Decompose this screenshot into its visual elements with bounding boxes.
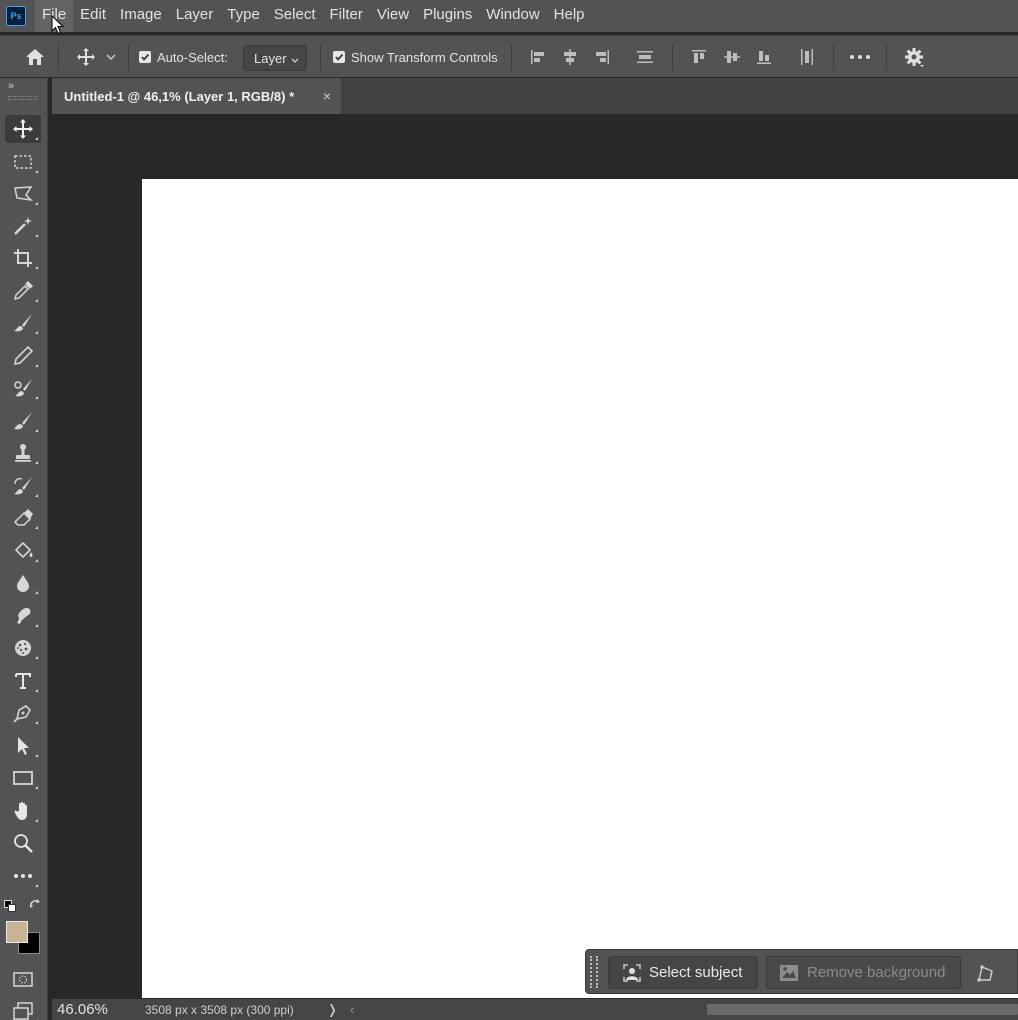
menu-bar: Ps File Edit Image Layer Type Select Fil… — [0, 0, 1018, 32]
menu-plugins[interactable]: Plugins — [416, 0, 479, 32]
screen-mode-icon[interactable] — [5, 997, 41, 1020]
distribute-horizontal-icon[interactable] — [795, 45, 819, 69]
align-left-edges-icon[interactable] — [526, 45, 550, 69]
image-icon — [780, 964, 798, 981]
sponge-tool-icon[interactable] — [5, 634, 41, 662]
document-tab-bar: Untitled-1 @ 46,1% (Layer 1, RGB/8) * × — [52, 78, 1018, 114]
close-icon[interactable]: × — [323, 88, 331, 104]
swap-colors-icon[interactable] — [28, 898, 42, 917]
checkbox-checked-icon — [139, 51, 151, 63]
menu-select[interactable]: Select — [267, 0, 323, 32]
document-info: 3508 px x 3508 px (300 ppi) — [145, 1002, 294, 1017]
menu-layer[interactable]: Layer — [169, 0, 221, 32]
color-replacement-tool-icon[interactable] — [5, 374, 41, 402]
eyedropper-tool-icon[interactable] — [5, 277, 41, 305]
gear-icon[interactable] — [902, 45, 926, 69]
brush-tool-icon[interactable] — [5, 309, 41, 337]
polygonal-lasso-tool-icon[interactable] — [5, 180, 41, 208]
menu-view[interactable]: View — [370, 0, 416, 32]
checkbox-checked-icon — [333, 51, 345, 63]
mixer-brush-tool-icon[interactable] — [5, 407, 41, 435]
align-horizontal-centers-icon[interactable] — [558, 45, 582, 69]
quick-mask-icon[interactable] — [5, 965, 41, 993]
document-tab-title: Untitled-1 @ 46,1% (Layer 1, RGB/8) * — [64, 88, 295, 104]
home-icon[interactable] — [23, 45, 47, 69]
status-bar: 46.06% 3508 px x 3508 px (300 ppi) ❭ ‹ — [52, 999, 1018, 1020]
rectangle-tool-icon[interactable] — [5, 764, 41, 792]
auto-select-target-dropdown[interactable]: Layer — [243, 45, 307, 71]
move-tool-icon[interactable] — [5, 115, 41, 143]
options-bar: Auto-Select: Layer Show Transform Contro… — [0, 35, 1018, 77]
smudge-tool-icon[interactable] — [5, 602, 41, 630]
photoshop-logo[interactable]: Ps — [6, 6, 26, 26]
blur-tool-icon[interactable] — [5, 569, 41, 597]
scroll-left-icon[interactable]: ‹ — [350, 1002, 354, 1017]
default-colors-icon[interactable] — [4, 900, 17, 913]
edit-toolbar-icon[interactable] — [5, 862, 41, 890]
align-bottom-edges-icon[interactable] — [752, 45, 776, 69]
menu-help[interactable]: Help — [547, 0, 592, 32]
select-subject-label: Select subject — [649, 964, 743, 981]
more-options-icon[interactable] — [848, 45, 872, 69]
menu-image[interactable]: Image — [113, 0, 169, 32]
horizontal-scrollbar-thumb[interactable] — [707, 1004, 1018, 1015]
remove-background-label: Remove background — [807, 964, 946, 981]
select-subject-icon — [623, 963, 641, 982]
align-vertical-centers-icon[interactable] — [720, 45, 744, 69]
eraser-tool-icon[interactable] — [5, 504, 41, 532]
pen-tool-icon[interactable] — [5, 699, 41, 727]
history-brush-tool-icon[interactable] — [5, 472, 41, 500]
menu-type[interactable]: Type — [220, 0, 267, 32]
show-transform-controls-label: Show Transform Controls — [351, 49, 498, 65]
pencil-tool-icon[interactable] — [5, 342, 41, 370]
menu-edit[interactable]: Edit — [73, 0, 113, 32]
collapse-panel-icon[interactable]: » — [8, 80, 14, 92]
align-top-edges-icon[interactable] — [687, 45, 711, 69]
mouse-cursor-icon — [51, 14, 65, 40]
document-canvas[interactable] — [142, 179, 1018, 998]
move-tool-preset-icon[interactable] — [74, 45, 98, 69]
path-selection-tool-icon[interactable] — [5, 732, 41, 760]
auto-select-checkbox[interactable]: Auto-Select: — [139, 36, 228, 78]
zoom-tool-icon[interactable] — [5, 829, 41, 857]
transform-options-icon[interactable] — [976, 963, 996, 983]
rectangular-marquee-tool-icon[interactable] — [5, 148, 41, 176]
chevron-down-icon[interactable] — [103, 45, 119, 69]
select-subject-button[interactable]: Select subject — [608, 956, 758, 989]
type-tool-icon[interactable] — [5, 667, 41, 695]
show-transform-controls-checkbox[interactable]: Show Transform Controls — [333, 36, 498, 78]
panel-grip[interactable] — [8, 96, 38, 100]
foreground-color-swatch[interactable] — [6, 921, 28, 943]
crop-tool-icon[interactable] — [5, 244, 41, 272]
menu-window[interactable]: Window — [479, 0, 546, 32]
auto-select-label: Auto-Select: — [157, 49, 228, 65]
document-tab[interactable]: Untitled-1 @ 46,1% (Layer 1, RGB/8) * × — [52, 78, 341, 114]
auto-select-target-value: Layer — [254, 50, 287, 66]
status-info-menu-icon[interactable]: ❭ — [327, 1002, 338, 1018]
align-right-edges-icon[interactable] — [590, 45, 614, 69]
paint-bucket-tool-icon[interactable] — [5, 537, 41, 565]
chevron-down-icon — [290, 53, 300, 68]
magic-wand-tool-icon[interactable] — [5, 212, 41, 240]
remove-background-button[interactable]: Remove background — [766, 956, 961, 989]
menu-filter[interactable]: Filter — [323, 0, 370, 32]
tools-panel: » — [0, 78, 48, 1020]
distribute-vertical-icon[interactable] — [633, 45, 657, 69]
drag-handle-icon[interactable] — [590, 955, 598, 988]
hand-tool-icon[interactable] — [5, 797, 41, 825]
contextual-task-bar: Select subject Remove background — [585, 949, 1018, 994]
clone-stamp-tool-icon[interactable] — [5, 439, 41, 467]
zoom-level[interactable]: 46.06% — [52, 1001, 132, 1018]
